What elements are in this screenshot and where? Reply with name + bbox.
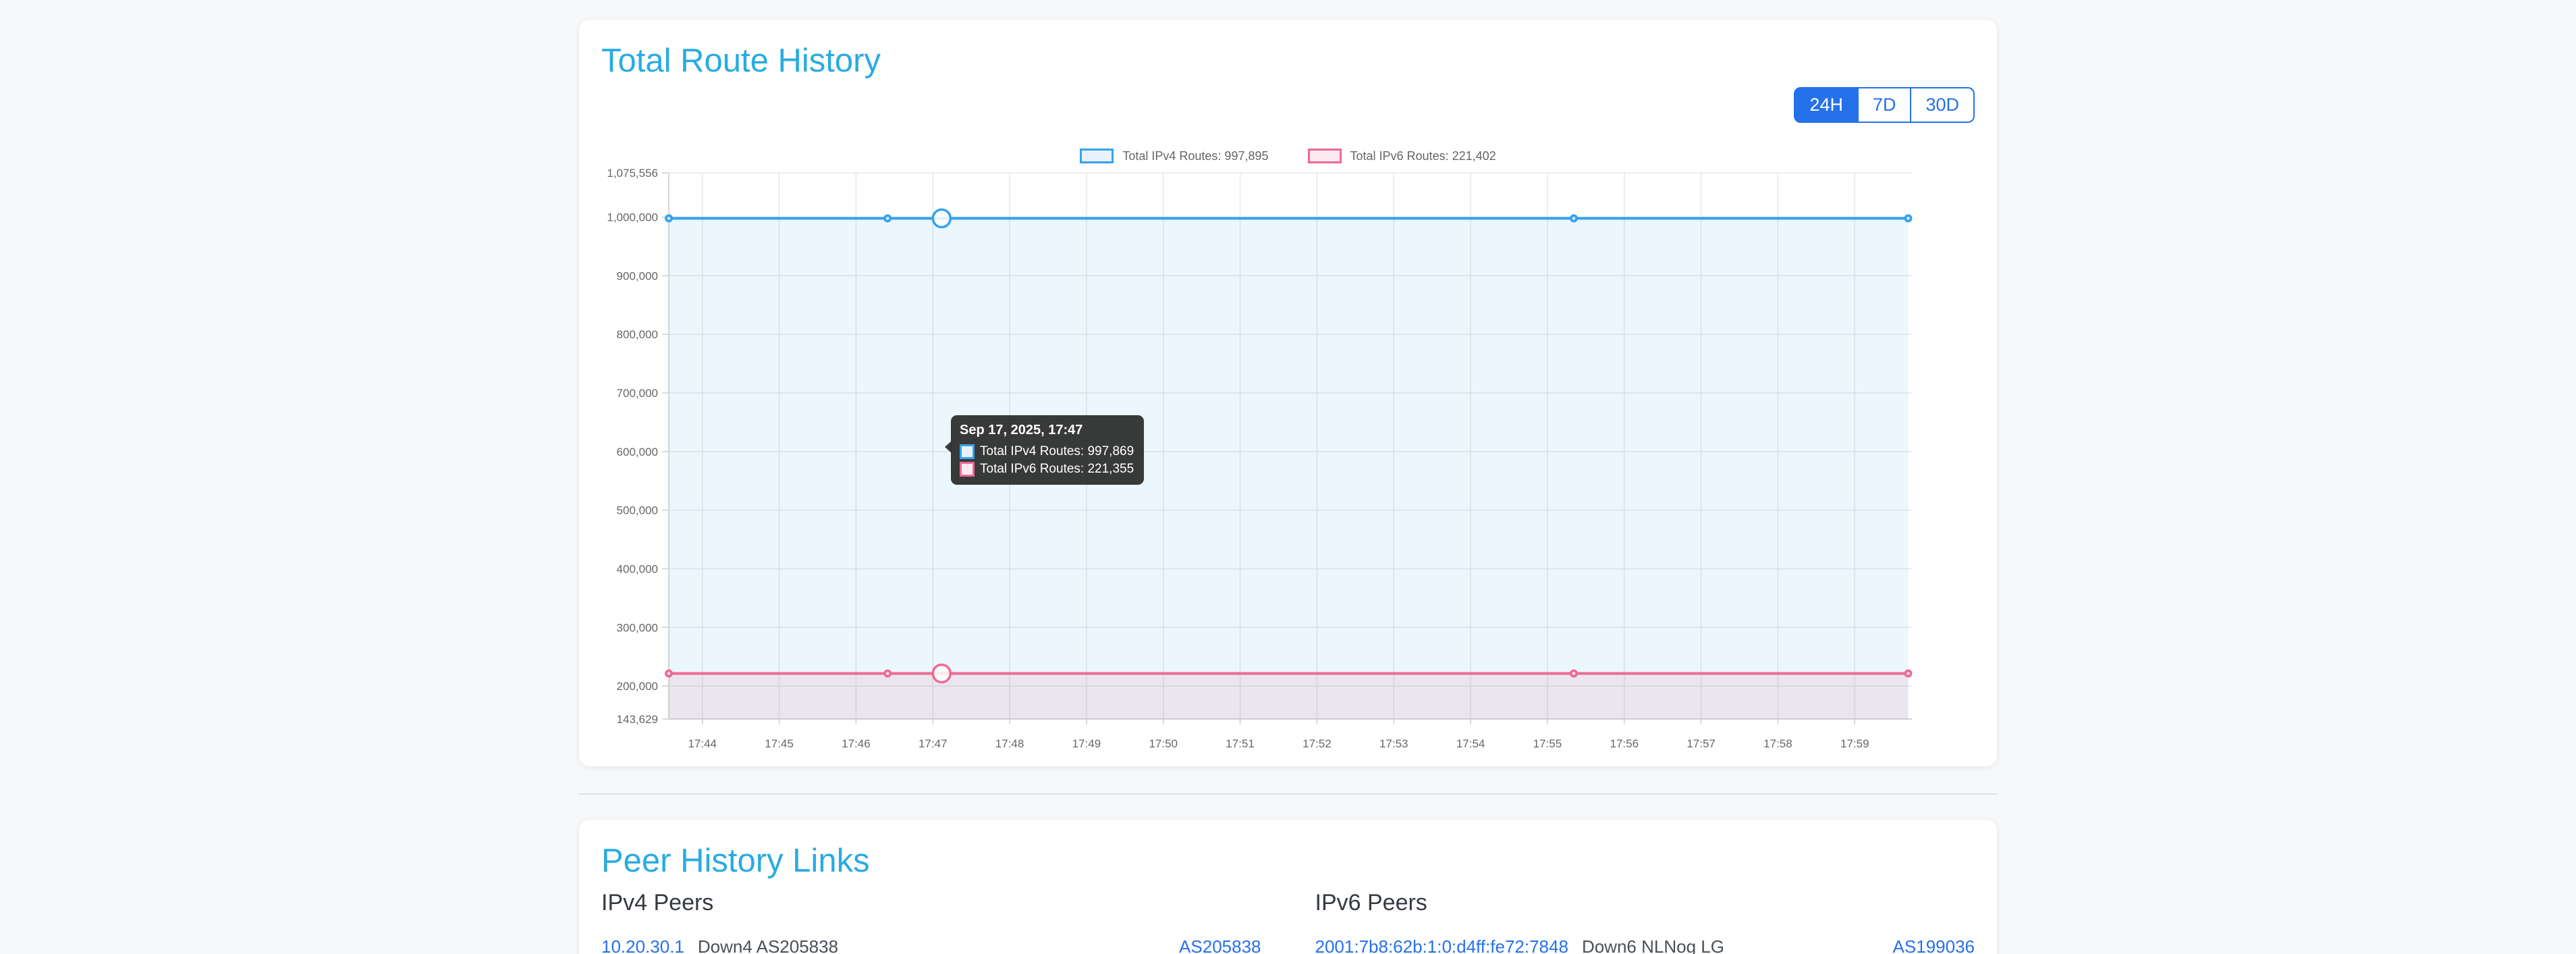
- svg-text:17:57: 17:57: [1687, 737, 1716, 750]
- svg-text:17:49: 17:49: [1072, 737, 1101, 750]
- peer-description: Down6 NLNog LG: [1582, 936, 1724, 954]
- chart-tooltip: Sep 17, 2025, 17:47 Total IPv4 Routes: 9…: [951, 415, 1144, 485]
- svg-text:17:55: 17:55: [1533, 737, 1562, 750]
- ipv4-peers-column: IPv4 Peers 10.20.30.1 Down4 AS205838 AS2…: [601, 890, 1261, 954]
- svg-text:17:46: 17:46: [842, 737, 871, 750]
- tooltip-ipv6-swatch: [960, 462, 975, 477]
- svg-text:17:53: 17:53: [1379, 737, 1408, 750]
- range-button-7d[interactable]: 7D: [1857, 87, 1912, 123]
- route-history-chart[interactable]: 17:44 17:45 17:46 17:47 17:48 17:49 17:50 17:51…: [601, 164, 1975, 758]
- peer-address-link[interactable]: 2001:7b8:62b:1:0:d4ff:fe72:7848: [1315, 936, 1568, 954]
- svg-text:1,075,556: 1,075,556: [607, 167, 658, 180]
- range-button-30d[interactable]: 30D: [1910, 87, 1975, 123]
- range-selector-row: 24H 7D 30D: [601, 87, 1975, 123]
- svg-text:800,000: 800,000: [617, 328, 658, 341]
- svg-text:17:47: 17:47: [919, 737, 948, 750]
- ipv4-peers-heading: IPv4 Peers: [601, 890, 1261, 916]
- peer-row: 2001:7b8:62b:1:0:d4ff:fe72:7848 Down6 NL…: [1315, 936, 1975, 954]
- chart-legend: Total IPv4 Routes: 997,895 Total IPv6 Ro…: [601, 148, 1975, 164]
- page-container: Total Route History 24H 7D 30D Total IPv…: [579, 20, 1997, 954]
- svg-text:17:59: 17:59: [1840, 737, 1869, 750]
- svg-text:600,000: 600,000: [617, 446, 658, 458]
- peer-row: 10.20.30.1 Down4 AS205838 AS205838: [601, 936, 1261, 954]
- svg-text:17:52: 17:52: [1303, 737, 1332, 750]
- svg-text:1,000,000: 1,000,000: [607, 211, 658, 224]
- svg-text:143,629: 143,629: [617, 713, 658, 726]
- route-history-title: Total Route History: [601, 42, 1975, 80]
- peer-asn-link[interactable]: AS205838: [1179, 936, 1261, 954]
- ipv4-legend-swatch: [1080, 149, 1114, 163]
- peer-description: Down4 AS205838: [698, 936, 838, 954]
- svg-text:500,000: 500,000: [617, 504, 658, 517]
- tooltip-ipv6-text: Total IPv6 Routes: 221,355: [980, 462, 1134, 477]
- range-button-group: 24H 7D 30D: [1794, 87, 1975, 123]
- tooltip-ipv4-swatch: [960, 444, 975, 459]
- peer-columns: IPv4 Peers 10.20.30.1 Down4 AS205838 AS2…: [601, 890, 1975, 954]
- svg-text:17:44: 17:44: [688, 737, 717, 750]
- peer-asn-link[interactable]: AS199036: [1893, 936, 1975, 954]
- svg-text:17:50: 17:50: [1149, 737, 1178, 750]
- route-history-card: Total Route History 24H 7D 30D Total IPv…: [579, 20, 1997, 766]
- svg-text:17:48: 17:48: [995, 737, 1024, 750]
- svg-text:17:54: 17:54: [1456, 737, 1485, 750]
- ipv6-peers-heading: IPv6 Peers: [1315, 890, 1975, 916]
- cards-divider: [579, 793, 1997, 795]
- svg-text:17:45: 17:45: [765, 737, 794, 750]
- tooltip-row-ipv4: Total IPv4 Routes: 997,869: [960, 444, 1134, 459]
- svg-text:17:51: 17:51: [1226, 737, 1255, 750]
- svg-text:300,000: 300,000: [617, 621, 658, 634]
- ipv6-legend-label: Total IPv6 Routes: 221,402: [1350, 149, 1496, 163]
- tooltip-row-ipv6: Total IPv6 Routes: 221,355: [960, 462, 1134, 477]
- tooltip-title: Sep 17, 2025, 17:47: [960, 423, 1134, 438]
- svg-text:900,000: 900,000: [617, 269, 658, 282]
- ipv4-legend-label: Total IPv4 Routes: 997,895: [1122, 149, 1268, 163]
- chart-area: 17:44 17:45 17:46 17:47 17:48 17:49 17:50 17:51…: [601, 164, 1975, 758]
- range-button-24h[interactable]: 24H: [1794, 87, 1859, 123]
- peer-history-title: Peer History Links: [601, 842, 1975, 880]
- tooltip-caret: [945, 441, 952, 453]
- tooltip-ipv4-text: Total IPv4 Routes: 997,869: [980, 444, 1134, 459]
- legend-item-ipv6[interactable]: Total IPv6 Routes: 221,402: [1308, 149, 1496, 163]
- svg-text:400,000: 400,000: [617, 562, 658, 575]
- peer-history-card: Peer History Links IPv4 Peers 10.20.30.1…: [579, 820, 1997, 954]
- svg-text:17:58: 17:58: [1763, 737, 1792, 750]
- svg-text:200,000: 200,000: [617, 680, 658, 693]
- legend-item-ipv4[interactable]: Total IPv4 Routes: 997,895: [1080, 149, 1268, 163]
- svg-text:700,000: 700,000: [617, 387, 658, 400]
- ipv6-legend-swatch: [1308, 149, 1342, 163]
- svg-text:17:56: 17:56: [1610, 737, 1639, 750]
- ipv6-peers-column: IPv6 Peers 2001:7b8:62b:1:0:d4ff:fe72:78…: [1315, 890, 1975, 954]
- peer-address-link[interactable]: 10.20.30.1: [601, 936, 684, 954]
